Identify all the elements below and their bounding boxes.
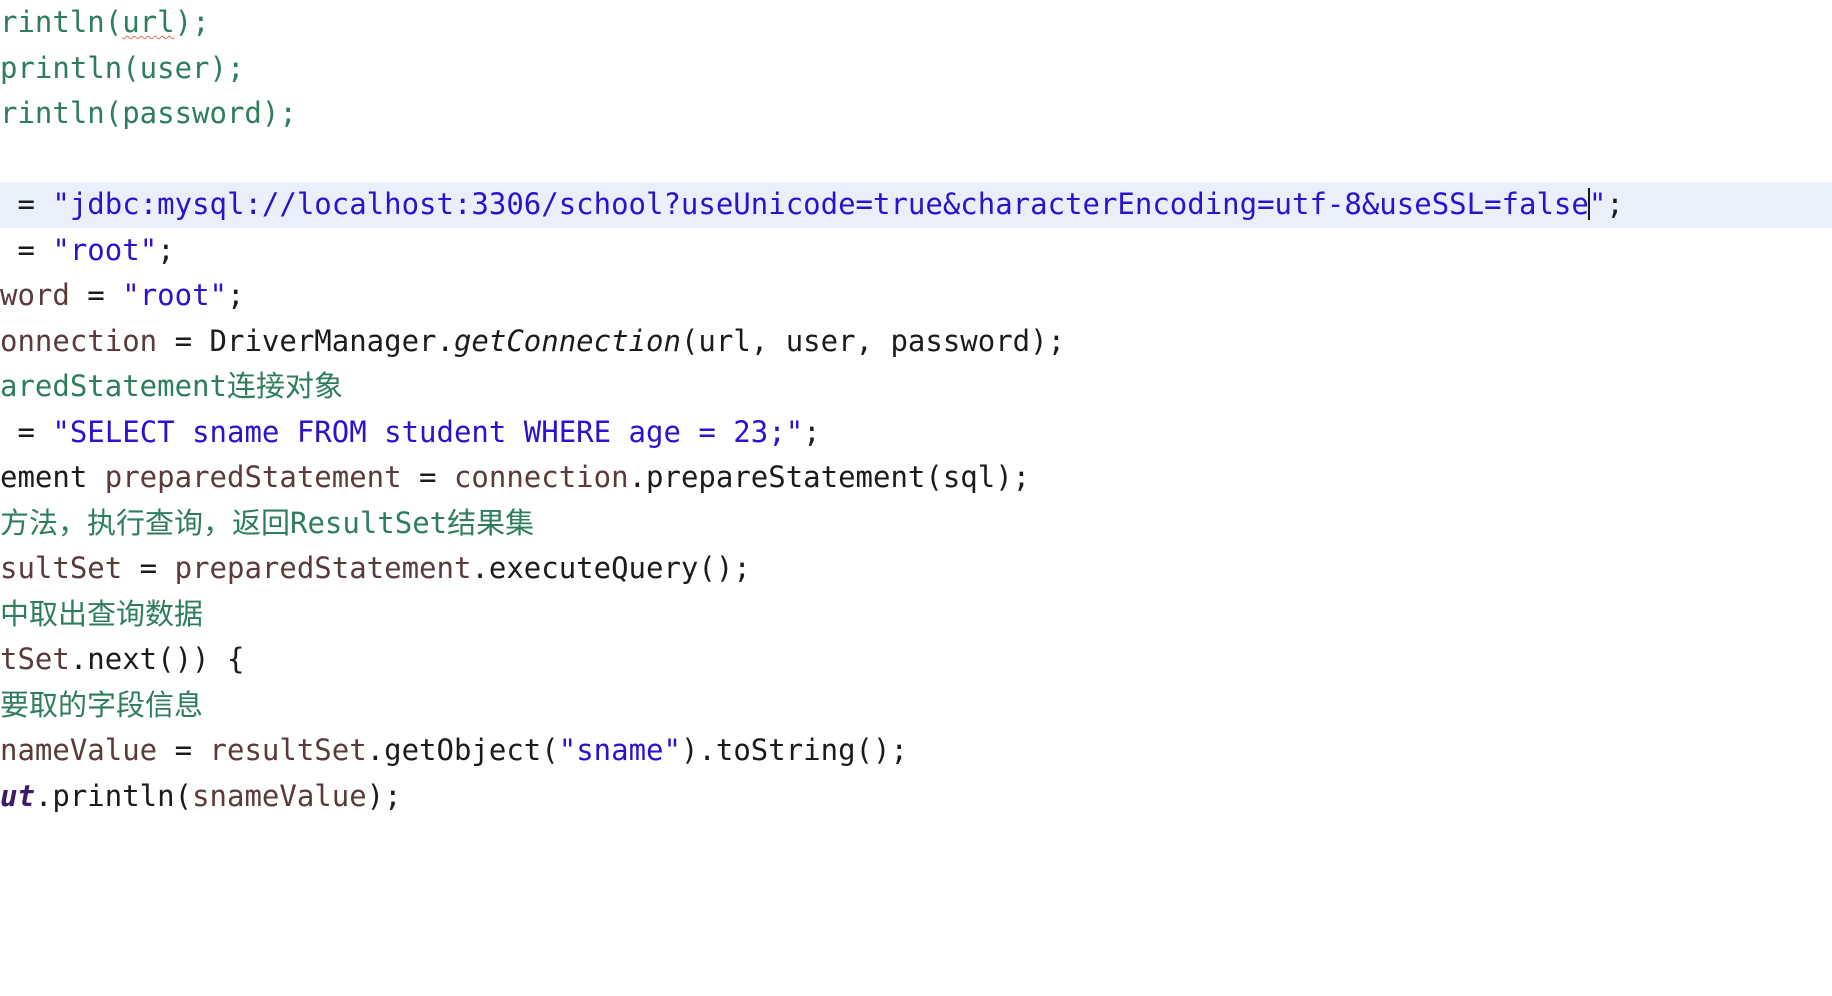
line-password-assignment[interactable]: word = "root"; <box>0 273 1832 319</box>
code-token-plain: .executeQuery(); <box>471 551 751 585</box>
code-token-string: "SELECT sname FROM student WHERE age = 2… <box>52 414 804 449</box>
line-execute-query[interactable]: sultSet = preparedStatement.executeQuery… <box>0 546 1832 592</box>
line-blank-1[interactable] <box>0 137 1832 183</box>
code-token-plain: ; <box>1606 187 1624 221</box>
code-token-ident: nameValue <box>0 733 158 767</box>
line-sname-value[interactable]: nameValue = resultSet.getObject("sname")… <box>0 728 1832 774</box>
code-token-ident: sultSet <box>0 551 123 585</box>
code-token-static: getConnection <box>453 323 681 358</box>
code-token-ident: word <box>0 278 70 312</box>
code-token-comment: aredStatement连接对象 <box>0 369 343 403</box>
code-token-comment: println(user); <box>0 50 245 85</box>
code-token-comment-misspelled: url <box>122 5 175 39</box>
code-token-ident: onnection <box>0 323 158 358</box>
line-comment-field-info[interactable]: 要取的字段信息 <box>0 683 1832 729</box>
code-token-plain: ; <box>157 232 175 267</box>
code-token-plain: = <box>0 187 53 221</box>
code-token-ident: snameValue <box>192 778 367 813</box>
code-token-plain: ).toString(); <box>680 733 908 767</box>
code-token-plain: .prepareStatement(sql); <box>628 460 1031 494</box>
code-token-comment: rintln(password); <box>0 96 297 130</box>
code-token-string: " <box>1588 187 1607 221</box>
line-println-user[interactable]: println(user); <box>0 46 1832 92</box>
code-token-plain: = <box>0 232 53 267</box>
code-token-comment: ); <box>174 5 210 39</box>
code-token-string: "root" <box>52 232 158 267</box>
line-println-url[interactable]: rintln(url); <box>0 0 1832 46</box>
line-sql-assignment[interactable]: = "SELECT sname FROM student WHERE age =… <box>0 410 1832 456</box>
line-prepare-statement[interactable]: ement preparedStatement = connection.pre… <box>0 455 1832 501</box>
line-while-next[interactable]: tSet.next()) { <box>0 637 1832 683</box>
code-editor[interactable]: rintln(url); println(user); rintln(passwor… <box>0 0 1832 996</box>
code-token-comment: rintln( <box>0 5 123 39</box>
code-token-comment: 方法，执行查询，返回ResultSet结果集 <box>0 505 535 540</box>
line-comment-prepared-statement[interactable]: aredStatement连接对象 <box>0 364 1832 410</box>
code-token-plain: .getObject( <box>366 733 559 767</box>
line-println-password[interactable]: rintln(password); <box>0 91 1832 137</box>
code-token-plain: = <box>122 551 175 585</box>
code-token-ident: preparedStatement <box>174 551 472 585</box>
code-token-string: "root" <box>122 278 227 312</box>
code-token-plain: ); <box>366 778 402 813</box>
code-token-plain: = DriverManager. <box>157 323 454 358</box>
code-token-plain: ement <box>0 460 105 494</box>
code-token-plain: ; <box>803 414 821 449</box>
code-token-string: "jdbc:mysql://localhost:3306/school?useU… <box>52 187 1589 221</box>
code-token-ident: tSet <box>0 642 70 676</box>
code-token-plain: = <box>69 278 123 312</box>
line-print-sname[interactable]: ut.println(snameValue); <box>0 774 1832 820</box>
code-token-comment: 要取的字段信息 <box>0 687 204 722</box>
code-token-plain: .next()) { <box>69 642 245 676</box>
code-token-comment: 中取出查询数据 <box>0 596 204 631</box>
code-token-plain: = <box>157 733 210 767</box>
code-token-string: "sname" <box>558 733 681 767</box>
code-token-ident: connection <box>453 460 629 494</box>
code-token-ident: preparedStatement <box>104 460 402 494</box>
code-token-staticfield: ut <box>0 778 35 813</box>
code-token-plain: (url, user, password); <box>680 323 1066 358</box>
code-token-plain: .println( <box>34 778 193 813</box>
line-comment-fetch-data[interactable]: 中取出查询数据 <box>0 592 1832 638</box>
code-lines-container[interactable]: rintln(url); println(user); rintln(passwor… <box>0 0 1832 819</box>
code-token-plain: = <box>0 414 53 449</box>
code-token-plain: ; <box>227 278 245 312</box>
line-url-assignment[interactable]: = "jdbc:mysql://localhost:3306/school?us… <box>0 182 1832 228</box>
code-token-ident: resultSet <box>209 733 367 767</box>
line-comment-execute-query[interactable]: 方法，执行查询，返回ResultSet结果集 <box>0 501 1832 547</box>
line-user-assignment[interactable]: = "root"; <box>0 228 1832 274</box>
code-token-plain: = <box>401 460 454 494</box>
line-get-connection[interactable]: onnection = DriverManager.getConnection(… <box>0 319 1832 365</box>
